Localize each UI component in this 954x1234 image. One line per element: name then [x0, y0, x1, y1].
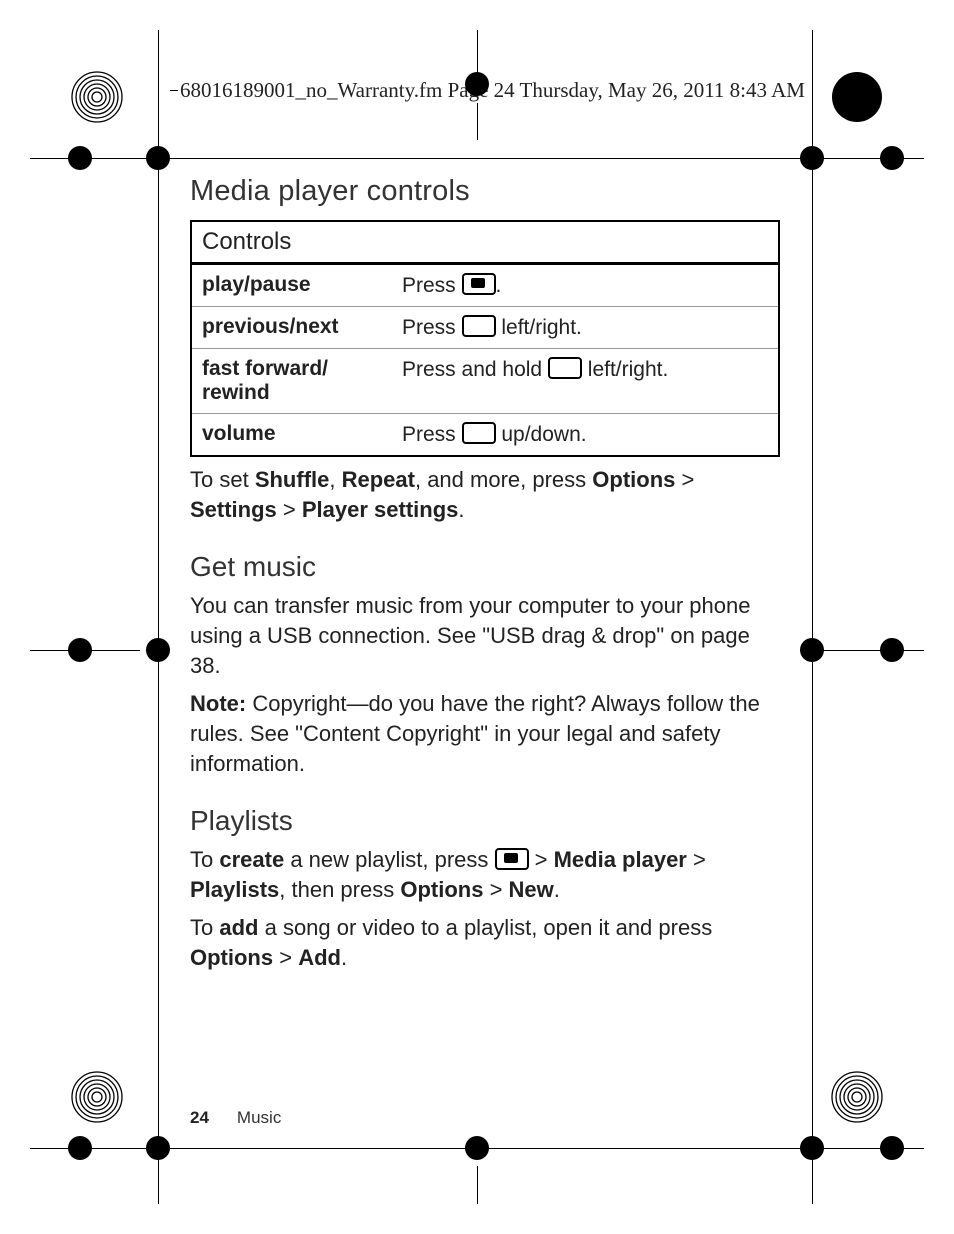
text: To: [190, 847, 219, 872]
text: Press: [402, 316, 462, 339]
heading-playlists: Playlists: [190, 805, 780, 837]
text: .: [341, 945, 347, 970]
text: To set: [190, 467, 255, 492]
text-bold: Settings: [190, 497, 277, 522]
crop-line: [812, 30, 813, 1204]
text: >: [277, 497, 302, 522]
text: a new playlist, press: [284, 847, 494, 872]
text-bold: Media player: [554, 847, 687, 872]
text: left/right.: [582, 358, 668, 381]
text-bold: Repeat: [342, 467, 415, 492]
crop-line: [158, 30, 159, 1204]
get-music-paragraph: You can transfer music from your compute…: [190, 591, 780, 681]
control-description: Press .: [392, 264, 779, 307]
control-label: play/pause: [191, 264, 392, 307]
control-label: fast forward/ rewind: [191, 349, 392, 414]
registration-dot-icon: [880, 1136, 904, 1160]
text: a song or video to a playlist, open it a…: [258, 915, 712, 940]
table-row: fast forward/ rewind Press and hold left…: [191, 349, 779, 414]
heading-media-player-controls: Media player controls: [190, 175, 780, 208]
registration-mark-icon: [70, 70, 124, 124]
text: Press: [402, 274, 462, 297]
text-bold: Options: [190, 945, 273, 970]
text: , and more, press: [415, 467, 592, 492]
table-row: volume Press up/down.: [191, 414, 779, 457]
text: .: [458, 497, 464, 522]
text-bold: New: [509, 877, 554, 902]
registration-mark-icon: [70, 1070, 124, 1124]
text-bold: Playlists: [190, 877, 279, 902]
heading-get-music: Get music: [190, 551, 780, 583]
text: ,: [329, 467, 341, 492]
crop-line: [812, 650, 924, 651]
note-label: Note:: [190, 691, 246, 716]
registration-dot-icon: [146, 638, 170, 662]
page-footer: 24 Music: [190, 1108, 281, 1128]
playlist-create-paragraph: To create a new playlist, press > Media …: [190, 845, 780, 905]
text-bold: Options: [400, 877, 483, 902]
text: To: [190, 915, 219, 940]
text: , then press: [279, 877, 400, 902]
nav-key-icon: [462, 422, 496, 444]
text: .: [554, 877, 560, 902]
running-header: 68016189001_no_Warranty.fm Page 24 Thurs…: [178, 78, 807, 103]
center-key-icon: [462, 273, 496, 295]
control-description: Press and hold left/right.: [392, 349, 779, 414]
shuffle-repeat-paragraph: To set Shuffle, Repeat, and more, press …: [190, 465, 780, 525]
text-bold: Shuffle: [255, 467, 330, 492]
page-number: 24: [190, 1108, 209, 1127]
control-description: Press up/down.: [392, 414, 779, 457]
registration-dot-icon: [68, 146, 92, 170]
control-description: Press left/right.: [392, 307, 779, 349]
controls-table: Controls play/pause Press . previous/nex…: [190, 220, 780, 457]
table-row: play/pause Press .: [191, 264, 779, 307]
text: Copyright—do you have the right? Always …: [190, 691, 760, 776]
text: >: [687, 847, 706, 872]
text: >: [483, 877, 508, 902]
text-bold: create: [219, 847, 284, 872]
text-bold: Player settings: [302, 497, 459, 522]
crop-line: [477, 1166, 478, 1204]
nav-key-icon: [548, 357, 582, 379]
text: Press: [402, 423, 462, 446]
registration-mark-icon: [830, 70, 884, 124]
control-label: volume: [191, 414, 392, 457]
registration-dot-icon: [465, 1136, 489, 1160]
registration-dot-icon: [465, 72, 489, 96]
text-bold: add: [219, 915, 258, 940]
text: >: [273, 945, 298, 970]
text: left/right.: [496, 316, 582, 339]
text-bold: Add: [298, 945, 341, 970]
registration-dot-icon: [146, 146, 170, 170]
text: Press and hold: [402, 358, 548, 381]
registration-dot-icon: [800, 638, 824, 662]
nav-key-icon: [462, 315, 496, 337]
playlist-add-paragraph: To add a song or video to a playlist, op…: [190, 913, 780, 973]
registration-dot-icon: [880, 146, 904, 170]
text: >: [529, 847, 554, 872]
text: .: [496, 274, 502, 297]
registration-dot-icon: [800, 1136, 824, 1160]
registration-mark-icon: [830, 1070, 884, 1124]
registration-dot-icon: [880, 638, 904, 662]
controls-table-title: Controls: [191, 221, 779, 264]
registration-dot-icon: [68, 1136, 92, 1160]
text: >: [675, 467, 694, 492]
registration-dot-icon: [800, 146, 824, 170]
text-bold: Options: [592, 467, 675, 492]
table-row: previous/next Press left/right.: [191, 307, 779, 349]
center-key-icon: [495, 848, 529, 870]
copyright-note-paragraph: Note: Copyright—do you have the right? A…: [190, 689, 780, 779]
chapter-name: Music: [237, 1108, 281, 1127]
text: up/down.: [496, 423, 587, 446]
registration-dot-icon: [68, 638, 92, 662]
control-label: previous/next: [191, 307, 392, 349]
registration-dot-icon: [146, 1136, 170, 1160]
